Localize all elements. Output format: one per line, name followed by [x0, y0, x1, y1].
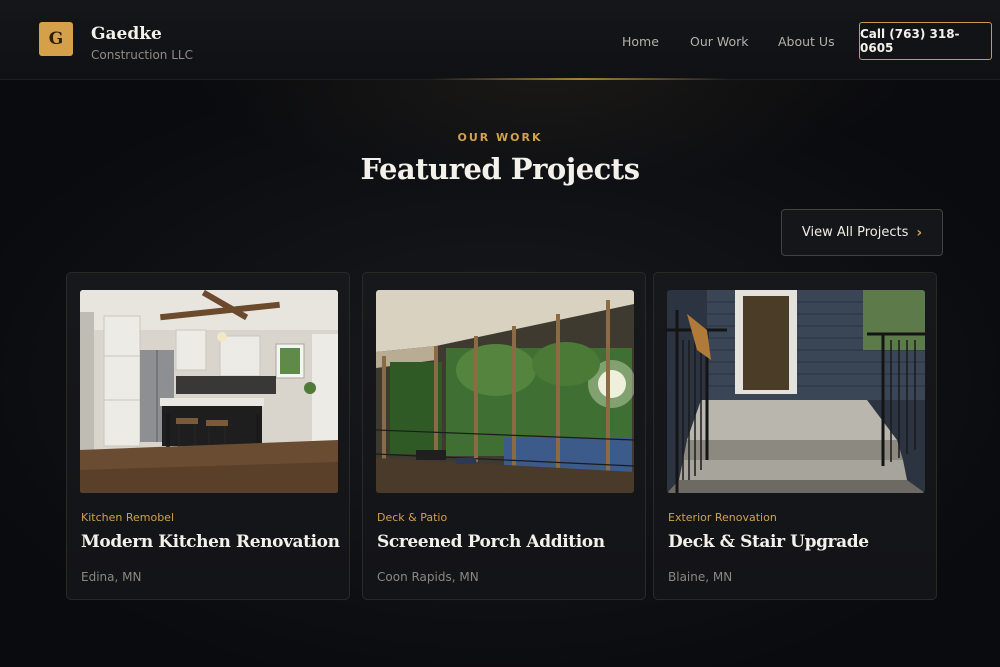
project-location: Blaine, MN: [668, 570, 733, 584]
project-card-porch[interactable]: Deck & Patio Screened Porch Addition Coo…: [362, 272, 646, 600]
site-header: G Gaedke Construction LLC Home Our Work …: [0, 0, 1000, 80]
project-card-kitchen[interactable]: Kitchen Remobel Modern Kitchen Renovatio…: [66, 272, 350, 600]
view-all-label: View All Projects: [801, 225, 909, 240]
chevron-right-icon: ›: [916, 224, 923, 241]
call-button[interactable]: Call (763) 318-0605: [859, 22, 992, 60]
project-title[interactable]: Screened Porch Addition: [377, 532, 605, 552]
screened-porch-photo: [376, 290, 634, 493]
project-category: Deck & Patio: [377, 511, 448, 524]
section-eyebrow: OUR WORK: [457, 131, 543, 144]
project-category: Exterior Renovation: [668, 511, 777, 524]
project-card-deck[interactable]: Exterior Renovation Deck & Stair Upgrade…: [653, 272, 937, 600]
project-location: Coon Rapids, MN: [377, 570, 479, 584]
nav-about-us-link[interactable]: About Us: [778, 34, 835, 49]
nav-home-link[interactable]: Home: [622, 34, 659, 49]
header-accent-line: [430, 78, 730, 80]
section-title: Featured Projects: [360, 152, 640, 186]
project-title[interactable]: Modern Kitchen Renovation: [81, 532, 340, 552]
nav-our-work-link[interactable]: Our Work: [690, 34, 749, 49]
view-all-projects-button[interactable]: View All Projects ›: [781, 209, 943, 256]
logo-mark[interactable]: G: [39, 22, 73, 56]
project-title[interactable]: Deck & Stair Upgrade: [668, 532, 869, 552]
project-location: Edina, MN: [81, 570, 142, 584]
brand-subtitle: Construction LLC: [91, 48, 193, 62]
project-category: Kitchen Remobel: [81, 511, 175, 524]
kitchen-photo: [80, 290, 338, 493]
deck-stairs-photo: [667, 290, 925, 493]
brand-name[interactable]: Gaedke: [91, 24, 162, 44]
